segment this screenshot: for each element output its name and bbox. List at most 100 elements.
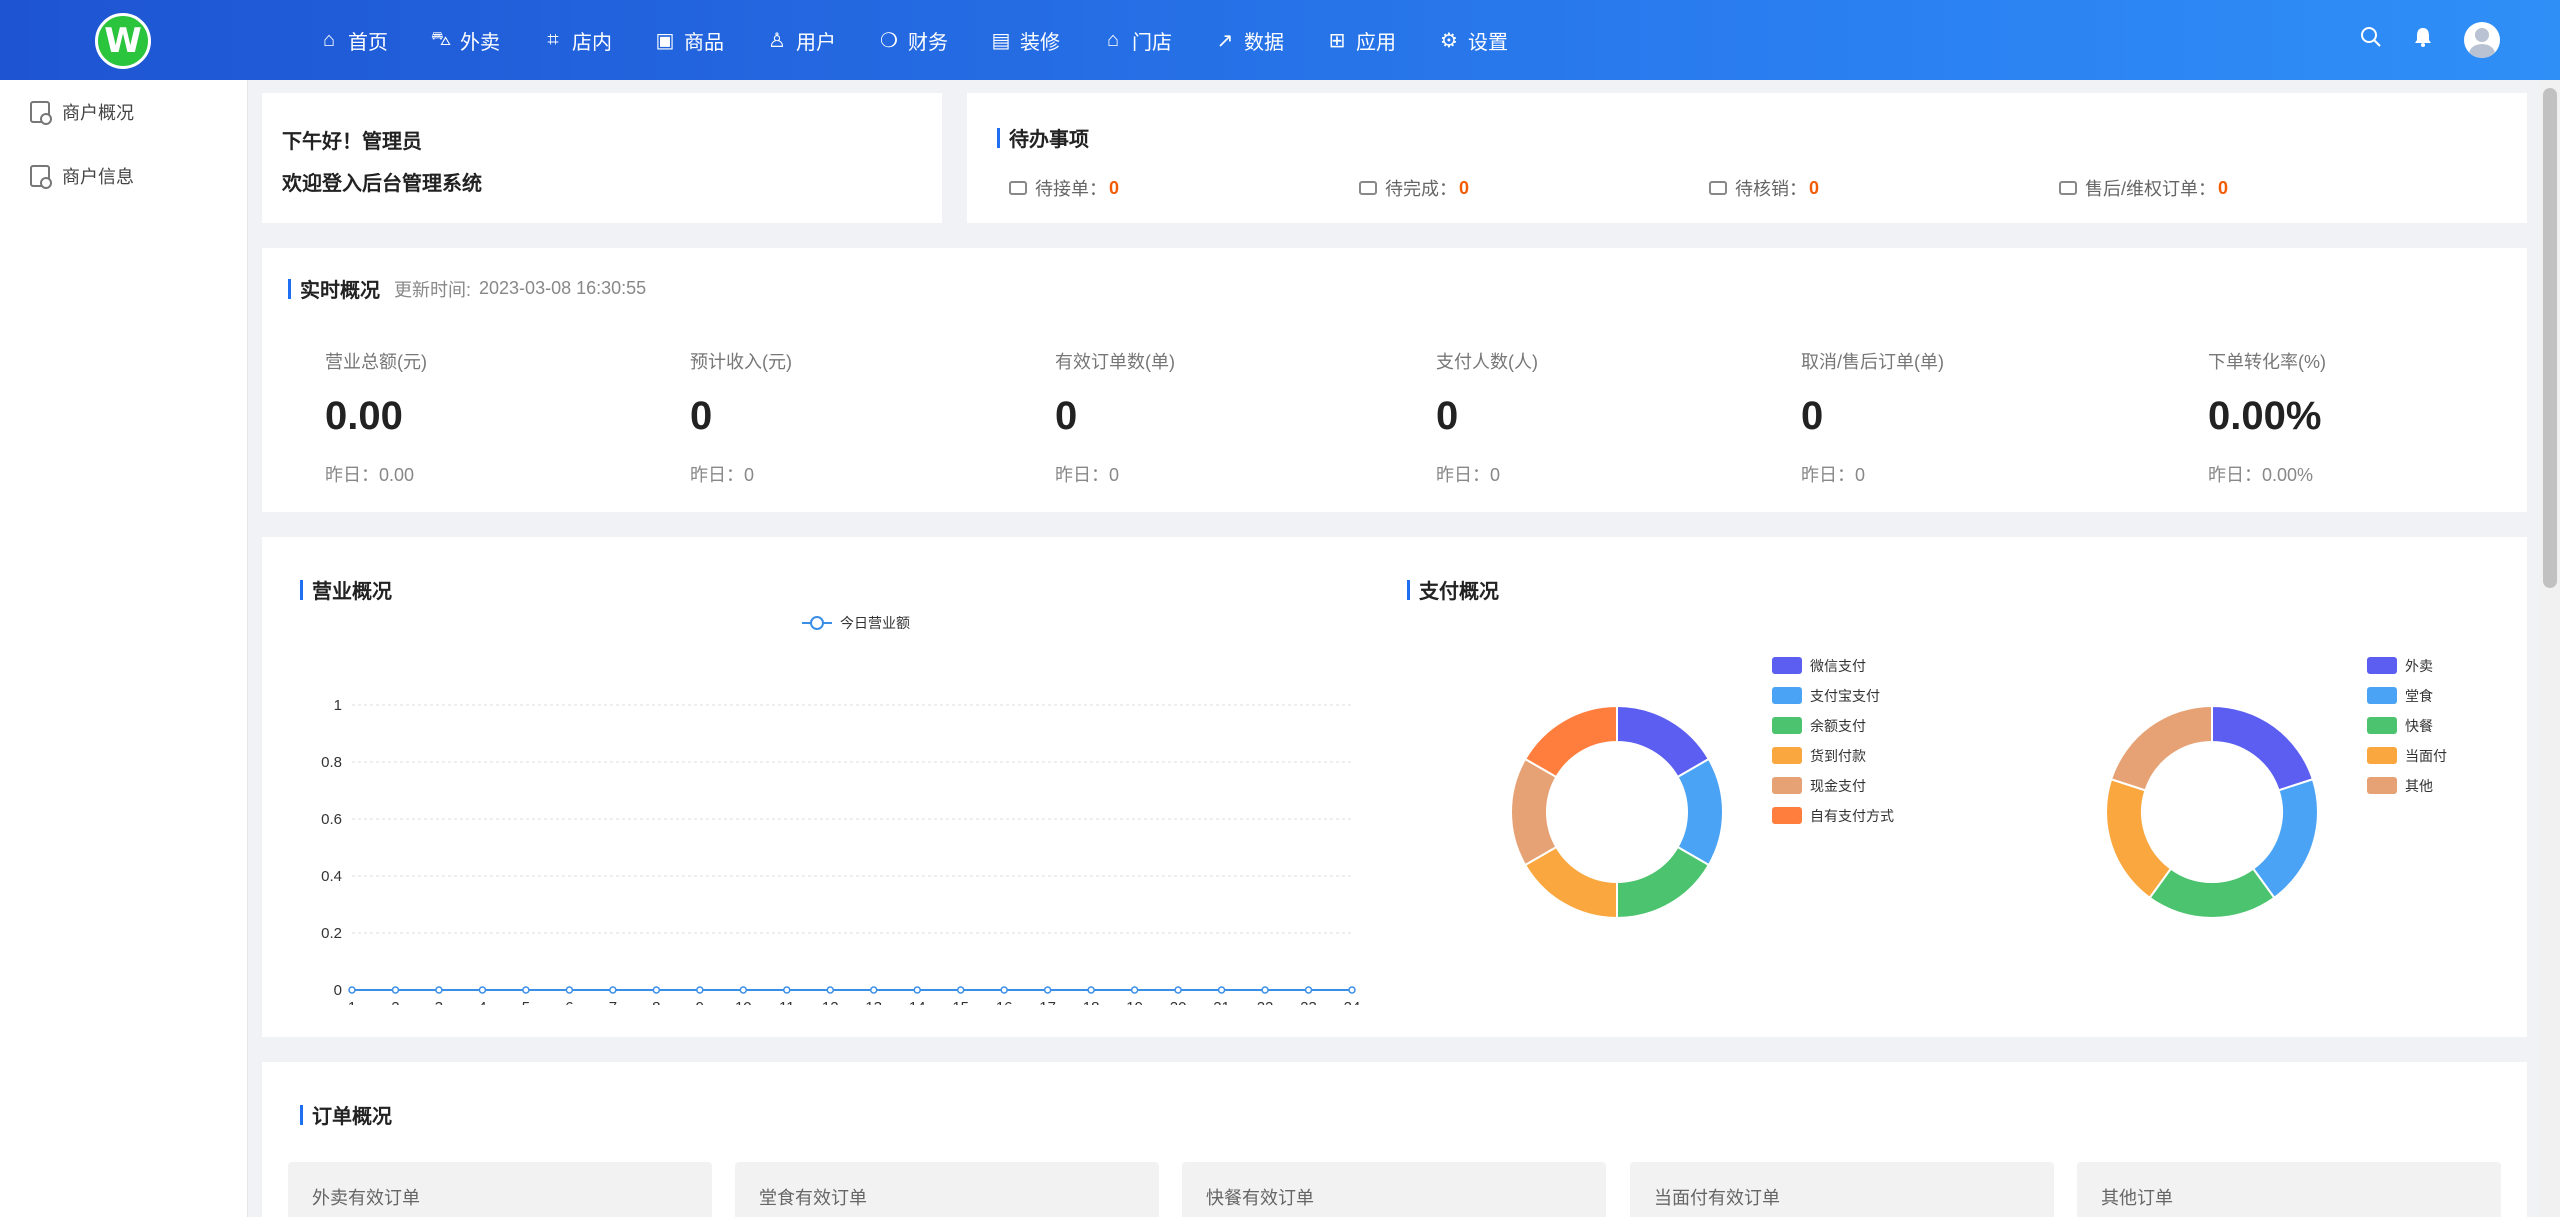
- business-title: 营业概况: [300, 575, 392, 604]
- data-point: [869, 986, 878, 994]
- user-icon: ♙: [768, 29, 786, 52]
- stat-yesterday: 昨日：0: [1055, 465, 1120, 485]
- legend-marker: [810, 616, 824, 630]
- stat-value: 0: [1801, 394, 1824, 438]
- realtime-panel: 实时概况 更新时间: 2023-03-08 16:30:55 营业总额(元) 0…: [262, 248, 2527, 512]
- sidebar-item-merchant-overview[interactable]: 商户概况: [0, 80, 247, 144]
- nav-label: 财务: [908, 31, 948, 54]
- document-icon: [30, 101, 52, 125]
- main-nav: ⌂ 首页 ⛍ 外卖 ⌗ 店内 ▣ 商品 ♙ 用户 ❍ 财务 ▤ 装修 ⌂ 门店 ↗ 数据 ⊞ 应用 …: [318, 0, 1550, 80]
- data-point: [609, 986, 617, 994]
- todo-item[interactable]: 待完成： 0: [1359, 175, 1709, 201]
- nav-item-data[interactable]: ↗ 数据: [1214, 0, 1284, 80]
- todo-item[interactable]: 售后/维权订单： 0: [2059, 175, 2409, 201]
- decoration-icon: ▤: [991, 29, 1011, 52]
- x-tick-label: 20: [1170, 999, 1187, 1005]
- data-point: [652, 986, 661, 994]
- order-card-label: 外卖有效订单: [312, 1188, 420, 1208]
- donut-slice: [1523, 704, 1618, 779]
- donut-slice: [1676, 757, 1724, 867]
- stat-label: 取消/售后订单(单): [1801, 352, 1944, 372]
- nav-label: 设置: [1468, 31, 1508, 54]
- x-tick-label: 24: [1344, 999, 1361, 1005]
- stat-payers: 支付人数(人) 0 昨日：0: [1436, 348, 1538, 487]
- x-tick-label: 12: [822, 999, 839, 1005]
- sidebar-item-label: 商户概况: [62, 103, 134, 123]
- data-point: [696, 986, 704, 994]
- order-card-takeout[interactable]: 外卖有效订单: [288, 1162, 712, 1217]
- legend-label: 快餐: [2405, 718, 2433, 734]
- stat-conversion-rate: 下单转化率(%) 0.00% 昨日：0.00%: [2208, 348, 2326, 487]
- store-inside-icon: ⌗: [547, 28, 559, 51]
- order-card-dine-in[interactable]: 堂食有效订单: [735, 1162, 1159, 1217]
- home-icon: ⌂: [322, 28, 336, 51]
- x-tick-label: 9: [696, 999, 704, 1005]
- welcome-message: 欢迎登入后台管理系统: [282, 173, 482, 195]
- todo-panel: 待办事项 待接单： 0 待完成： 0 待核销： 0 售后/维权订单： 0: [967, 93, 2527, 223]
- nav-item-apps[interactable]: ⊞ 应用: [1326, 0, 1396, 80]
- y-tick-label: 0.2: [321, 925, 342, 942]
- legend-swatch: [1772, 687, 1802, 704]
- order-card-label: 快餐有效订单: [1206, 1188, 1314, 1208]
- y-tick-label: 0.6: [321, 811, 342, 828]
- stat-cancelled-orders: 取消/售后订单(单) 0 昨日：0: [1801, 348, 1944, 487]
- data-point: [1304, 986, 1313, 994]
- sidebar-item-merchant-info[interactable]: 商户信息: [0, 144, 247, 208]
- data-point: [522, 986, 530, 994]
- legend-swatch: [2367, 687, 2397, 704]
- nav-item-settings[interactable]: ⚙ 设置: [1438, 0, 1508, 80]
- avatar[interactable]: [2464, 22, 2500, 58]
- order-card-fast-food[interactable]: 快餐有效订单: [1182, 1162, 1606, 1217]
- legend-label: 今日营业额: [840, 615, 910, 631]
- legend-label: 其他: [2405, 778, 2433, 794]
- x-tick-label: 1: [348, 999, 356, 1005]
- donut-slice: [2109, 704, 2213, 792]
- nav-item-goods[interactable]: ▣ 商品: [654, 0, 724, 80]
- bell-icon[interactable]: [2412, 26, 2434, 55]
- nav-item-decoration[interactable]: ▤ 装修: [990, 0, 1060, 80]
- section-title: 待办事项: [997, 123, 1089, 152]
- todo-count: 0: [1809, 177, 1820, 198]
- nav-item-stores[interactable]: ⌂ 门店: [1102, 0, 1172, 80]
- top-right-tools: [2330, 0, 2500, 80]
- nav-item-takeout[interactable]: ⛍ 外卖: [430, 0, 500, 80]
- data-point: [1000, 986, 1008, 994]
- y-tick-label: 0.4: [321, 868, 342, 885]
- nav-item-dine-in[interactable]: ⌗ 店内: [542, 0, 612, 80]
- search-icon[interactable]: [2360, 26, 2382, 55]
- data-point: [913, 986, 921, 994]
- legend-swatch: [1772, 807, 1802, 824]
- nav-item-finance[interactable]: ❍ 财务: [878, 0, 948, 80]
- data-point: [783, 986, 791, 994]
- order-card-other[interactable]: 其他订单: [2077, 1162, 2501, 1217]
- nav-item-home[interactable]: ⌂ 首页: [318, 0, 388, 80]
- logo[interactable]: W: [95, 13, 151, 69]
- nav-item-users[interactable]: ♙ 用户: [766, 0, 836, 80]
- page-scrollbar[interactable]: [2540, 80, 2560, 1217]
- y-tick-label: 1: [334, 697, 342, 714]
- donut-slice: [2107, 777, 2173, 900]
- stat-value: 0.00%: [2208, 394, 2322, 438]
- x-tick-label: 3: [435, 999, 443, 1005]
- donut-slice: [2211, 704, 2315, 792]
- data-point: [435, 986, 443, 994]
- welcome-panel: 下午好！管理员 欢迎登入后台管理系统: [262, 93, 942, 223]
- data-point: [826, 986, 835, 994]
- stat-yesterday: 昨日：0: [1436, 465, 1501, 485]
- legend-swatch: [2367, 657, 2397, 674]
- todo-label: 待核销：: [1735, 179, 1807, 199]
- todo-item[interactable]: 待接单： 0: [1009, 175, 1359, 201]
- x-tick-label: 15: [952, 999, 969, 1005]
- stat-revenue: 营业总额(元) 0.00 昨日：0.00: [325, 348, 427, 487]
- legend-swatch: [2367, 717, 2397, 734]
- todo-item[interactable]: 待核销： 0: [1709, 175, 2059, 201]
- y-tick-label: 0: [334, 982, 342, 999]
- scrollbar-thumb[interactable]: [2543, 88, 2557, 588]
- order-card-face-pay[interactable]: 当面付有效订单: [1630, 1162, 2054, 1217]
- stat-yesterday: 昨日：0.00%: [2208, 465, 2314, 485]
- payment-title: 支付概况: [1407, 575, 1499, 604]
- legend-label: 自有支付方式: [1810, 808, 1894, 824]
- legend-label: 余额支付: [1810, 718, 1866, 734]
- legend-label: 外卖: [2405, 658, 2433, 674]
- x-tick-label: 8: [652, 999, 660, 1005]
